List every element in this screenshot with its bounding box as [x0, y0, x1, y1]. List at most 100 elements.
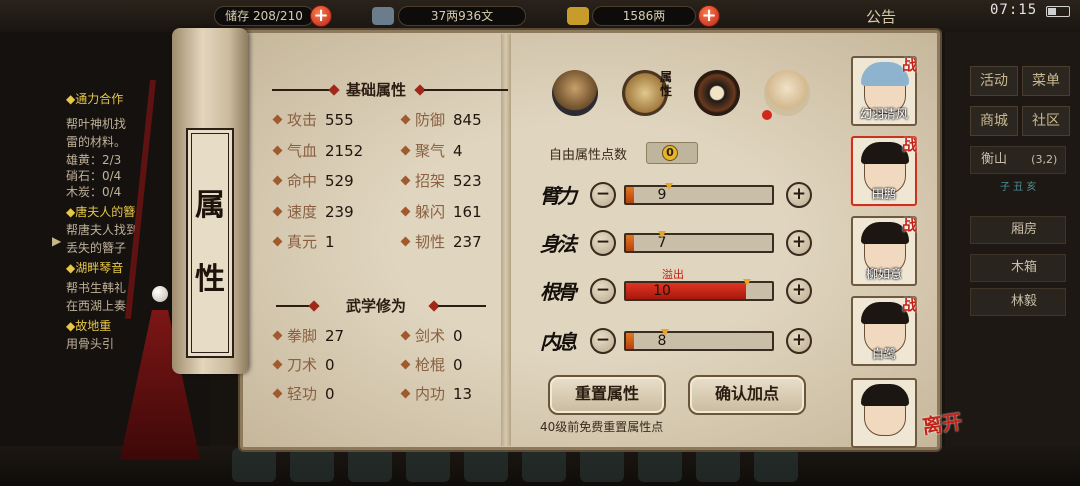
decrease-button[interactable]: − [590, 182, 616, 208]
location-row: 衡山 (3,2) [970, 146, 1066, 174]
quest-line: 在西湖上奏 [66, 299, 127, 313]
add-storage-button[interactable]: + [310, 5, 332, 27]
stat-diamond-icon [400, 206, 411, 216]
stat-diamond-icon [400, 330, 411, 341]
collapse-arrow-icon[interactable]: ▶ [52, 234, 66, 248]
attribute-marker-icon [657, 231, 666, 238]
time-tags: 子 丑 亥 [1000, 182, 1037, 193]
character-name: 幻羽清风 [859, 107, 908, 121]
stat-label: 躲闪 [415, 202, 446, 221]
decrease-button[interactable]: − [590, 230, 616, 256]
location-name: 衡山 [981, 152, 1008, 167]
reset-hint: 40级前免费重置属性点 [540, 420, 664, 434]
shop-button[interactable]: 商城 [970, 106, 1018, 136]
section-divider [424, 89, 508, 91]
menu-button[interactable]: 菜单 [1022, 66, 1070, 96]
attribute-bar: 7 [624, 233, 774, 253]
room-item-1[interactable]: 木箱 [970, 254, 1066, 282]
stat-diamond-icon [400, 175, 411, 186]
character-name: 白鹭 [871, 347, 896, 361]
panel-title-char-1: 属 [195, 188, 225, 223]
overflow-label: 溢出 [662, 268, 684, 281]
stat-value: 27 [325, 327, 345, 345]
increase-button[interactable]: + [786, 278, 812, 304]
meridian-icon[interactable] [764, 70, 810, 116]
stat-value: 0 [325, 356, 335, 374]
attribute-name: 内息 [540, 330, 577, 354]
active-tab-label: 属性 [660, 70, 673, 98]
stat-value: 13 [453, 385, 473, 403]
stat-label: 招架 [415, 172, 446, 190]
martial-cultivation-title: 武学修为 [346, 297, 407, 315]
section-divider [438, 305, 486, 307]
stat-value: 0 [325, 385, 335, 403]
community-button[interactable]: 社区 [1022, 106, 1070, 136]
stat-value: 0 [453, 327, 463, 345]
increase-button[interactable]: + [786, 328, 812, 354]
attribute-value: 10 [653, 283, 671, 299]
attribute-name: 身法 [540, 232, 577, 256]
money-display: 37两936文 [398, 6, 526, 26]
increase-button[interactable]: + [786, 230, 812, 256]
decrease-button[interactable]: − [590, 278, 616, 304]
decrease-button[interactable]: − [590, 328, 616, 354]
stat-diamond-icon [272, 359, 283, 370]
stat-label: 真元 [287, 233, 318, 251]
battery-icon [1046, 6, 1070, 17]
reset-attributes-button[interactable]: 重置属性 [548, 375, 666, 415]
gold-display: 1586两 [592, 6, 696, 26]
equipment-icon[interactable] [552, 70, 598, 116]
stat-item: 躲闪 161 [400, 202, 482, 222]
stat-item: 气血 2152 [272, 141, 363, 161]
stat-label: 韧性 [415, 233, 446, 251]
bottom-button-8[interactable] [696, 448, 740, 482]
bottom-button-4[interactable] [464, 448, 508, 482]
stat-item: 真元 1 [272, 232, 335, 252]
increase-button[interactable]: + [786, 182, 812, 208]
battle-badge-icon: 战 [902, 136, 918, 154]
quest-line[interactable]: ◆故地重 [66, 318, 111, 334]
stat-label: 聚气 [415, 141, 446, 160]
notice-button[interactable]: 公告 [866, 6, 896, 27]
quest-line: 帮书生韩礼 [66, 281, 127, 295]
quest-line[interactable]: ◆通力合作 [66, 91, 123, 107]
leave-button[interactable]: 离开 [920, 405, 964, 439]
stat-item: 拳脚 27 [272, 326, 345, 346]
add-gold-button[interactable]: + [698, 5, 720, 27]
room-item-0[interactable]: 厢房 [970, 216, 1066, 244]
quest-line: 雷的材料。 [66, 135, 127, 149]
stat-diamond-icon [400, 388, 411, 399]
gold-ingot-icon [567, 7, 589, 25]
bottom-button-9[interactable] [754, 448, 798, 482]
basic-attributes-title: 基础属性 [346, 81, 407, 99]
stat-value: 237 [453, 233, 482, 251]
quest-line[interactable]: ◆湖畔琴音 [66, 260, 123, 276]
storage-capacity: 储存 208/210 [214, 6, 314, 26]
bottom-button-6[interactable] [580, 448, 624, 482]
attribute-bar: 8 [624, 331, 774, 351]
stat-label: 剑术 [415, 327, 446, 345]
character-card[interactable] [851, 378, 917, 448]
bottom-button-1[interactable] [290, 448, 334, 482]
panel-title-char-2: 性 [195, 262, 225, 297]
bottom-button-5[interactable] [522, 448, 566, 482]
confirm-points-button[interactable]: 确认加点 [688, 375, 806, 415]
attribute-value: 9 [657, 187, 667, 203]
bottom-button-7[interactable] [638, 448, 682, 482]
bottom-button-0[interactable] [232, 448, 276, 482]
stat-label: 速度 [287, 202, 318, 221]
quest-line[interactable]: ◆唐夫人的簪 [66, 204, 135, 220]
page-fold [501, 34, 511, 446]
taiji-icon[interactable] [694, 70, 740, 116]
stat-diamond-icon [272, 175, 283, 186]
bottom-button-2[interactable] [348, 448, 392, 482]
stat-item: 防御 845 [400, 110, 482, 130]
stat-item: 枪棍 0 [400, 355, 463, 375]
quest-line: 木炭：0/4 [66, 185, 122, 199]
activity-button[interactable]: 活动 [970, 66, 1018, 96]
room-item-2[interactable]: 林毅 [970, 288, 1066, 316]
stat-label: 防御 [415, 111, 446, 129]
stat-value: 1 [325, 233, 335, 251]
bottom-button-3[interactable] [406, 448, 450, 482]
stat-diamond-icon [400, 145, 411, 155]
